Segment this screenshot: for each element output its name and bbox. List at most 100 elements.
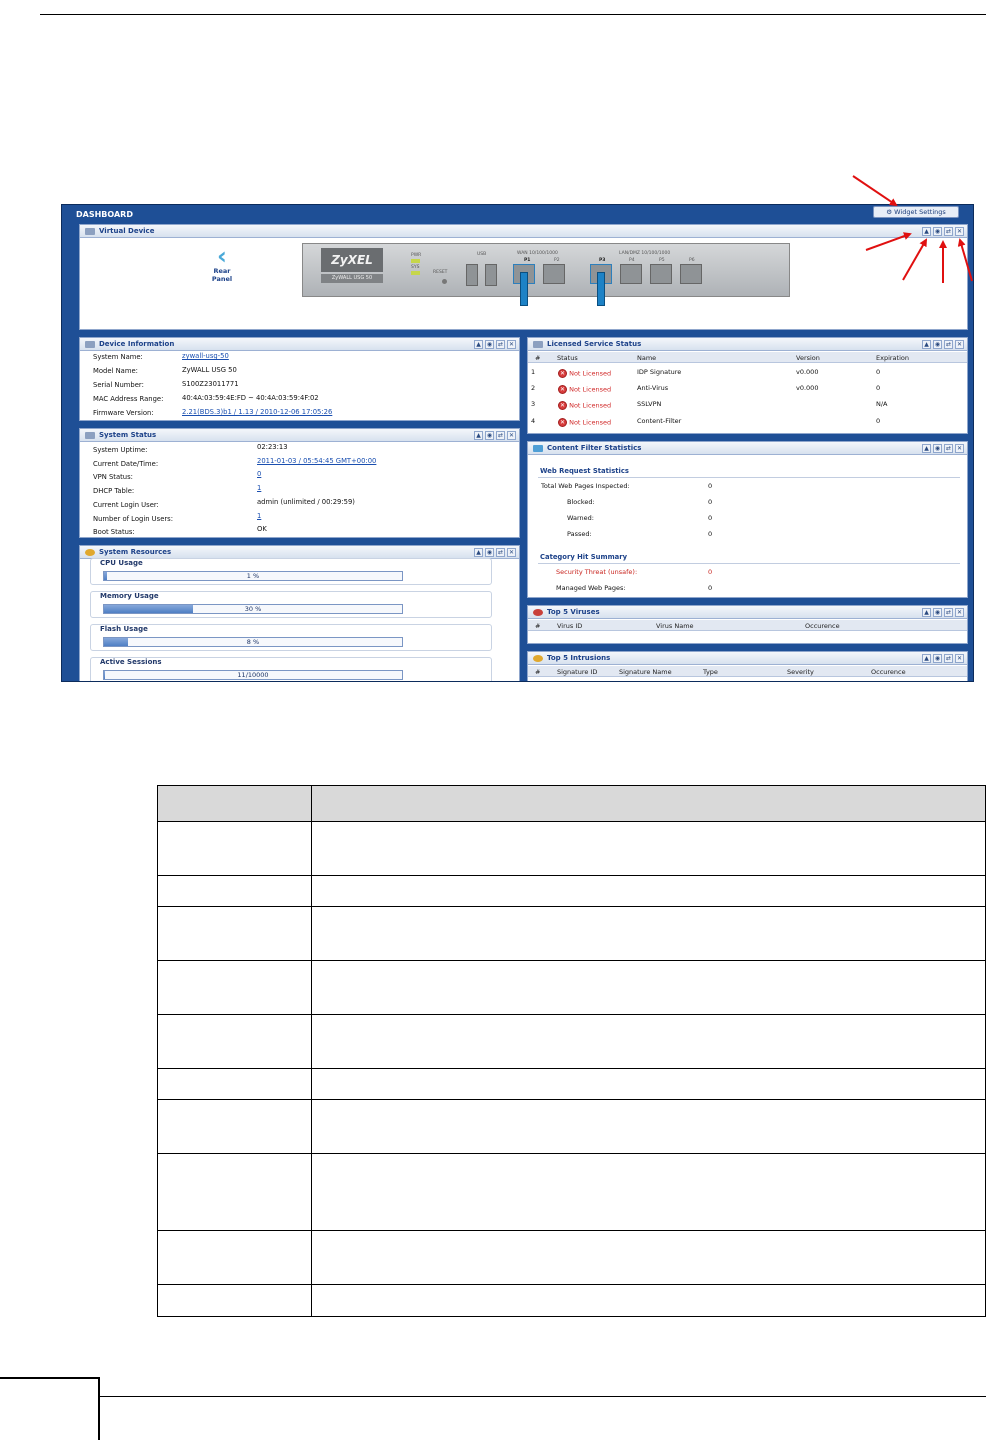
managed-pages-value: 0 <box>708 584 713 592</box>
column-header: Severity <box>787 668 814 676</box>
top-viruses-table-header: # Virus ID Virus Name Occurence <box>528 620 967 631</box>
arrow-widget-settings <box>852 175 898 207</box>
close-icon[interactable]: ✕ <box>955 340 964 349</box>
memory-usage-value: 30 % <box>244 605 262 613</box>
security-threat-label: Security Threat (unsafe): <box>556 568 638 576</box>
settings-icon[interactable]: ◉ <box>933 340 942 349</box>
category-heading: Category Hit Summary <box>540 553 628 561</box>
close-icon[interactable]: ✕ <box>955 608 964 617</box>
collapse-icon[interactable]: ▲ <box>922 444 931 453</box>
content-filter-title: Content Filter Statistics <box>547 444 642 452</box>
collapse-icon[interactable]: ▲ <box>922 654 931 663</box>
table-row <box>157 1153 986 1231</box>
settings-icon[interactable]: ◉ <box>485 431 494 440</box>
not-licensed-status[interactable]: ✕ Not Licensed <box>558 385 611 394</box>
passed-label: Passed: <box>567 530 592 538</box>
collapse-icon[interactable]: ▲ <box>922 608 931 617</box>
license-icon <box>533 341 543 348</box>
close-icon[interactable]: ✕ <box>507 548 516 557</box>
system-status-header: System Status ▲ ◉ ⇄ ✕ <box>80 429 519 442</box>
system-status-title: System Status <box>99 431 157 439</box>
memory-usage-bar: 30 % <box>103 604 403 614</box>
settings-icon[interactable]: ◉ <box>485 340 494 349</box>
top-viruses-title: Top 5 Viruses <box>547 608 600 616</box>
arrow-collapse <box>865 232 912 251</box>
system-name-link[interactable]: zywall-usg-50 <box>182 352 229 360</box>
intrusion-icon <box>533 655 543 662</box>
web-request-heading: Web Request Statistics <box>540 467 629 475</box>
not-licensed-status[interactable]: ✕ Not Licensed <box>558 401 611 410</box>
arrow-settings <box>902 238 927 281</box>
collapse-icon[interactable]: ▲ <box>922 340 931 349</box>
column-header: Expiration <box>876 354 909 362</box>
dhcp-table-link[interactable]: 1 <box>257 484 261 492</box>
system-resources-panel: System Resources ▲ ◉ ⇄ ✕ CPU Usage 1 % M… <box>79 545 520 681</box>
column-header: Virus Name <box>656 622 694 630</box>
active-sessions-bar: 11/10000 <box>103 670 403 680</box>
column-header: # <box>535 354 541 362</box>
refresh-icon[interactable]: ⇄ <box>944 608 953 617</box>
refresh-icon[interactable]: ⇄ <box>496 340 505 349</box>
table-row <box>157 1068 986 1100</box>
vpn-status-link[interactable]: 0 <box>257 470 261 478</box>
collapse-icon[interactable]: ▲ <box>474 340 483 349</box>
error-icon: ✕ <box>558 369 567 378</box>
login-users-link[interactable]: 1 <box>257 512 261 520</box>
top-intrusions-table-header: # Signature ID Signature Name Type Sever… <box>528 666 967 677</box>
date-time-link[interactable]: 2011-01-03 / 05:54:45 GMT+00:00 <box>257 457 376 465</box>
collapse-icon[interactable]: ▲ <box>474 548 483 557</box>
column-header: Name <box>637 354 657 362</box>
filter-icon <box>533 445 543 452</box>
top-intrusions-title: Top 5 Intrusions <box>547 654 611 662</box>
not-licensed-status[interactable]: ✕ Not Licensed <box>558 369 611 378</box>
close-icon[interactable]: ✕ <box>507 431 516 440</box>
close-icon[interactable]: ✕ <box>955 654 964 663</box>
device-information-title: Device Information <box>99 340 175 348</box>
not-licensed-status[interactable]: ✕ Not Licensed <box>558 418 611 427</box>
refresh-icon[interactable]: ⇄ <box>496 548 505 557</box>
error-icon: ✕ <box>558 418 567 427</box>
cpu-usage-bar: 1 % <box>103 571 403 581</box>
virus-icon <box>533 609 543 616</box>
device-information-header: Device Information ▲ ◉ ⇄ ✕ <box>80 338 519 351</box>
licensed-service-title: Licensed Service Status <box>547 340 642 348</box>
error-icon: ✕ <box>558 401 567 410</box>
arrow-close <box>957 238 973 282</box>
collapse-icon[interactable]: ▲ <box>474 431 483 440</box>
blocked-label: Blocked: <box>567 498 595 506</box>
memory-usage-box: Memory Usage 30 % <box>90 591 492 618</box>
callout-arrows <box>852 175 973 283</box>
description-table <box>157 785 986 1317</box>
table-header-cell <box>157 785 312 822</box>
close-icon[interactable]: ✕ <box>955 444 964 453</box>
close-icon[interactable]: ✕ <box>507 340 516 349</box>
total-pages-value: 0 <box>708 482 713 490</box>
settings-icon[interactable]: ◉ <box>933 444 942 453</box>
refresh-icon[interactable]: ⇄ <box>944 340 953 349</box>
content-filter-panel: Content Filter Statistics ▲ ◉ ⇄ ✕ Web Re… <box>527 441 968 598</box>
column-header: Signature Name <box>619 668 672 676</box>
settings-icon[interactable]: ◉ <box>485 548 494 557</box>
section-divider <box>538 477 960 478</box>
top-intrusions-panel: Top 5 Intrusions ▲ ◉ ⇄ ✕ # Signature ID … <box>527 651 968 681</box>
managed-pages-label: Managed Web Pages: <box>556 584 626 592</box>
column-header: # <box>535 668 541 676</box>
info-icon <box>85 341 95 348</box>
table-header-row <box>157 785 986 822</box>
settings-icon[interactable]: ◉ <box>933 608 942 617</box>
firmware-version-link[interactable]: 2.21(BDS.3)b1 / 1.13 / 2010-12-06 17:05:… <box>182 408 332 416</box>
table-row <box>157 1014 986 1069</box>
column-header: Occurence <box>805 622 840 630</box>
resources-icon <box>85 549 95 556</box>
refresh-icon[interactable]: ⇄ <box>944 654 953 663</box>
column-header: Version <box>796 354 820 362</box>
page-number-box <box>0 1377 100 1440</box>
column-header: Virus ID <box>557 622 583 630</box>
refresh-icon[interactable]: ⇄ <box>496 431 505 440</box>
settings-icon[interactable]: ◉ <box>933 654 942 663</box>
memory-usage-label: Memory Usage <box>100 592 159 600</box>
refresh-icon[interactable]: ⇄ <box>944 444 953 453</box>
table-row <box>157 1230 986 1285</box>
column-header: Status <box>557 354 578 362</box>
top-viruses-header: Top 5 Viruses ▲ ◉ ⇄ ✕ <box>528 606 967 619</box>
